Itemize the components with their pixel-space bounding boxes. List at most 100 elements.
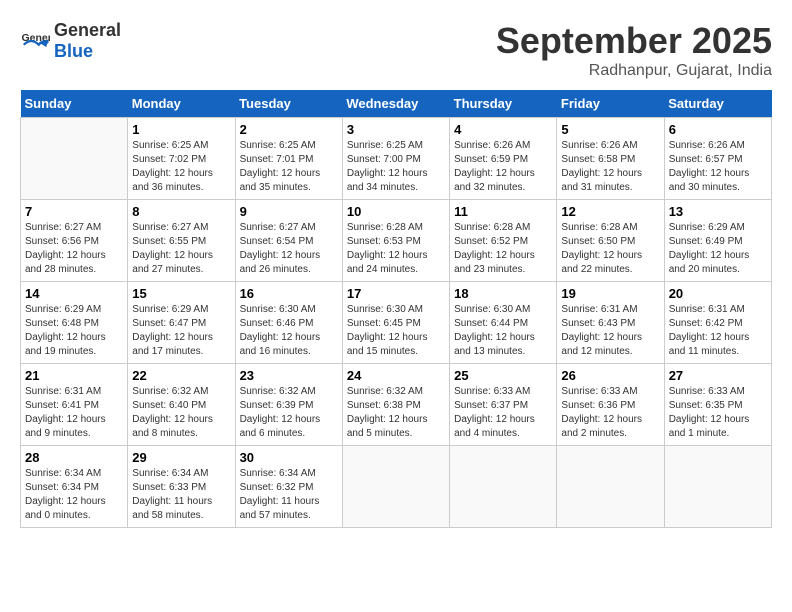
day-info: Sunrise: 6:25 AM Sunset: 7:00 PM Dayligh… (347, 139, 445, 195)
calendar-cell: 19Sunrise: 6:31 AM Sunset: 6:43 PM Dayli… (557, 282, 664, 364)
calendar-cell: 6 Sunrise: 6:26 AM Sunset: 6:57 PM Daylig… (664, 118, 771, 200)
calendar-cell: 14Sunrise: 6:29 AM Sunset: 6:48 PM Dayli… (21, 282, 128, 364)
calendar-cell: 9Sunrise: 6:27 AM Sunset: 6:54 PM Daylig… (235, 200, 342, 282)
calendar-cell (342, 446, 449, 528)
day-info: Sunrise: 6:26 AM Sunset: 6:59 PM Dayligh… (454, 139, 552, 195)
day-info: Sunrise: 6:31 AM Sunset: 6:41 PM Dayligh… (25, 385, 123, 441)
calendar-subtitle: Radhanpur, Gujarat, India (496, 62, 772, 80)
calendar-cell: 2Sunrise: 6:25 AM Sunset: 7:01 PM Daylig… (235, 118, 342, 200)
day-info: Sunrise: 6:26 AM Sunset: 6:58 PM Dayligh… (561, 139, 659, 195)
calendar-cell: 8 Sunrise: 6:27 AM Sunset: 6:55 PM Daylig… (128, 200, 235, 282)
day-number: 17 (347, 286, 445, 301)
header: General General Blue September 2025 Radh… (20, 20, 772, 80)
day-number: 13 (669, 204, 767, 219)
day-number: 21 (25, 368, 123, 383)
day-info: Sunrise: 6:30 AM Sunset: 6:45 PM Dayligh… (347, 303, 445, 359)
title-section: September 2025 Radhanpur, Gujarat, India (496, 20, 772, 80)
calendar-cell: 23 Sunrise: 6:32 AM Sunset: 6:39 PM Dayli… (235, 364, 342, 446)
header-tuesday: Tuesday (235, 90, 342, 118)
day-number: 28 (25, 450, 123, 465)
day-info: Sunrise: 6:34 AM Sunset: 6:32 PM Dayligh… (240, 467, 338, 523)
calendar-week-3: 21 Sunrise: 6:31 AM Sunset: 6:41 PM Dayli… (21, 364, 772, 446)
header-thursday: Thursday (450, 90, 557, 118)
calendar-cell: 5 Sunrise: 6:26 AM Sunset: 6:58 PM Daylig… (557, 118, 664, 200)
day-number: 16 (240, 286, 338, 301)
day-info: Sunrise: 6:32 AM Sunset: 6:40 PM Dayligh… (132, 385, 230, 441)
calendar-week-2: 14Sunrise: 6:29 AM Sunset: 6:48 PM Dayli… (21, 282, 772, 364)
day-number: 9 (240, 204, 338, 219)
header-saturday: Saturday (664, 90, 771, 118)
day-number: 5 (561, 122, 659, 137)
day-info: Sunrise: 6:34 AM Sunset: 6:33 PM Dayligh… (132, 467, 230, 523)
calendar-cell: 22 Sunrise: 6:32 AM Sunset: 6:40 PM Dayli… (128, 364, 235, 446)
calendar-cell: 1 Sunrise: 6:25 AM Sunset: 7:02 PM Daylig… (128, 118, 235, 200)
calendar-cell (21, 118, 128, 200)
day-number: 3 (347, 122, 445, 137)
day-info: Sunrise: 6:27 AM Sunset: 6:56 PM Dayligh… (25, 221, 123, 277)
calendar-cell (557, 446, 664, 528)
day-info: Sunrise: 6:27 AM Sunset: 6:55 PM Dayligh… (132, 221, 230, 277)
calendar-header-row: SundayMondayTuesdayWednesdayThursdayFrid… (21, 90, 772, 118)
calendar-cell: 21 Sunrise: 6:31 AM Sunset: 6:41 PM Dayli… (21, 364, 128, 446)
day-info: Sunrise: 6:28 AM Sunset: 6:50 PM Dayligh… (561, 221, 659, 277)
day-info: Sunrise: 6:33 AM Sunset: 6:35 PM Dayligh… (669, 385, 767, 441)
calendar-cell: 29Sunrise: 6:34 AM Sunset: 6:33 PM Dayli… (128, 446, 235, 528)
logo: General General Blue (20, 20, 121, 62)
day-number: 6 (669, 122, 767, 137)
calendar-cell: 24Sunrise: 6:32 AM Sunset: 6:38 PM Dayli… (342, 364, 449, 446)
day-number: 20 (669, 286, 767, 301)
day-number: 26 (561, 368, 659, 383)
day-number: 1 (132, 122, 230, 137)
calendar-week-0: 1 Sunrise: 6:25 AM Sunset: 7:02 PM Daylig… (21, 118, 772, 200)
calendar-cell: 27 Sunrise: 6:33 AM Sunset: 6:35 PM Dayli… (664, 364, 771, 446)
header-monday: Monday (128, 90, 235, 118)
header-friday: Friday (557, 90, 664, 118)
calendar-cell: 11Sunrise: 6:28 AM Sunset: 6:52 PM Dayli… (450, 200, 557, 282)
calendar-cell: 10 Sunrise: 6:28 AM Sunset: 6:53 PM Dayli… (342, 200, 449, 282)
calendar-cell: 28 Sunrise: 6:34 AM Sunset: 6:34 PM Dayli… (21, 446, 128, 528)
day-info: Sunrise: 6:32 AM Sunset: 6:39 PM Dayligh… (240, 385, 338, 441)
day-number: 10 (347, 204, 445, 219)
day-info: Sunrise: 6:25 AM Sunset: 7:01 PM Dayligh… (240, 139, 338, 195)
logo-general: General (54, 20, 121, 40)
day-number: 15 (132, 286, 230, 301)
day-number: 27 (669, 368, 767, 383)
day-info: Sunrise: 6:26 AM Sunset: 6:57 PM Dayligh… (669, 139, 767, 195)
header-sunday: Sunday (21, 90, 128, 118)
calendar-cell: 12 Sunrise: 6:28 AM Sunset: 6:50 PM Dayli… (557, 200, 664, 282)
day-info: Sunrise: 6:32 AM Sunset: 6:38 PM Dayligh… (347, 385, 445, 441)
day-number: 4 (454, 122, 552, 137)
day-number: 8 (132, 204, 230, 219)
day-number: 23 (240, 368, 338, 383)
day-info: Sunrise: 6:33 AM Sunset: 6:36 PM Dayligh… (561, 385, 659, 441)
calendar-cell: 20 Sunrise: 6:31 AM Sunset: 6:42 PM Dayli… (664, 282, 771, 364)
day-info: Sunrise: 6:29 AM Sunset: 6:47 PM Dayligh… (132, 303, 230, 359)
day-info: Sunrise: 6:34 AM Sunset: 6:34 PM Dayligh… (25, 467, 123, 523)
day-number: 18 (454, 286, 552, 301)
calendar-cell: 3 Sunrise: 6:25 AM Sunset: 7:00 PM Daylig… (342, 118, 449, 200)
day-info: Sunrise: 6:30 AM Sunset: 6:46 PM Dayligh… (240, 303, 338, 359)
calendar-cell: 4 Sunrise: 6:26 AM Sunset: 6:59 PM Daylig… (450, 118, 557, 200)
calendar-cell: 25Sunrise: 6:33 AM Sunset: 6:37 PM Dayli… (450, 364, 557, 446)
calendar-cell: 26 Sunrise: 6:33 AM Sunset: 6:36 PM Dayli… (557, 364, 664, 446)
day-number: 11 (454, 204, 552, 219)
calendar-cell: 18 Sunrise: 6:30 AM Sunset: 6:44 PM Dayli… (450, 282, 557, 364)
calendar-table: SundayMondayTuesdayWednesdayThursdayFrid… (20, 90, 772, 528)
day-info: Sunrise: 6:28 AM Sunset: 6:53 PM Dayligh… (347, 221, 445, 277)
calendar-cell: 13Sunrise: 6:29 AM Sunset: 6:49 PM Dayli… (664, 200, 771, 282)
header-wednesday: Wednesday (342, 90, 449, 118)
calendar-cell: 16 Sunrise: 6:30 AM Sunset: 6:46 PM Dayli… (235, 282, 342, 364)
calendar-cell: 30 Sunrise: 6:34 AM Sunset: 6:32 PM Dayli… (235, 446, 342, 528)
day-info: Sunrise: 6:25 AM Sunset: 7:02 PM Dayligh… (132, 139, 230, 195)
day-info: Sunrise: 6:33 AM Sunset: 6:37 PM Dayligh… (454, 385, 552, 441)
calendar-cell (450, 446, 557, 528)
calendar-week-4: 28 Sunrise: 6:34 AM Sunset: 6:34 PM Dayli… (21, 446, 772, 528)
day-number: 12 (561, 204, 659, 219)
calendar-cell: 17 Sunrise: 6:30 AM Sunset: 6:45 PM Dayli… (342, 282, 449, 364)
day-number: 22 (132, 368, 230, 383)
calendar-week-1: 7Sunrise: 6:27 AM Sunset: 6:56 PM Daylig… (21, 200, 772, 282)
day-number: 30 (240, 450, 338, 465)
day-info: Sunrise: 6:30 AM Sunset: 6:44 PM Dayligh… (454, 303, 552, 359)
day-info: Sunrise: 6:31 AM Sunset: 6:42 PM Dayligh… (669, 303, 767, 359)
calendar-cell (664, 446, 771, 528)
